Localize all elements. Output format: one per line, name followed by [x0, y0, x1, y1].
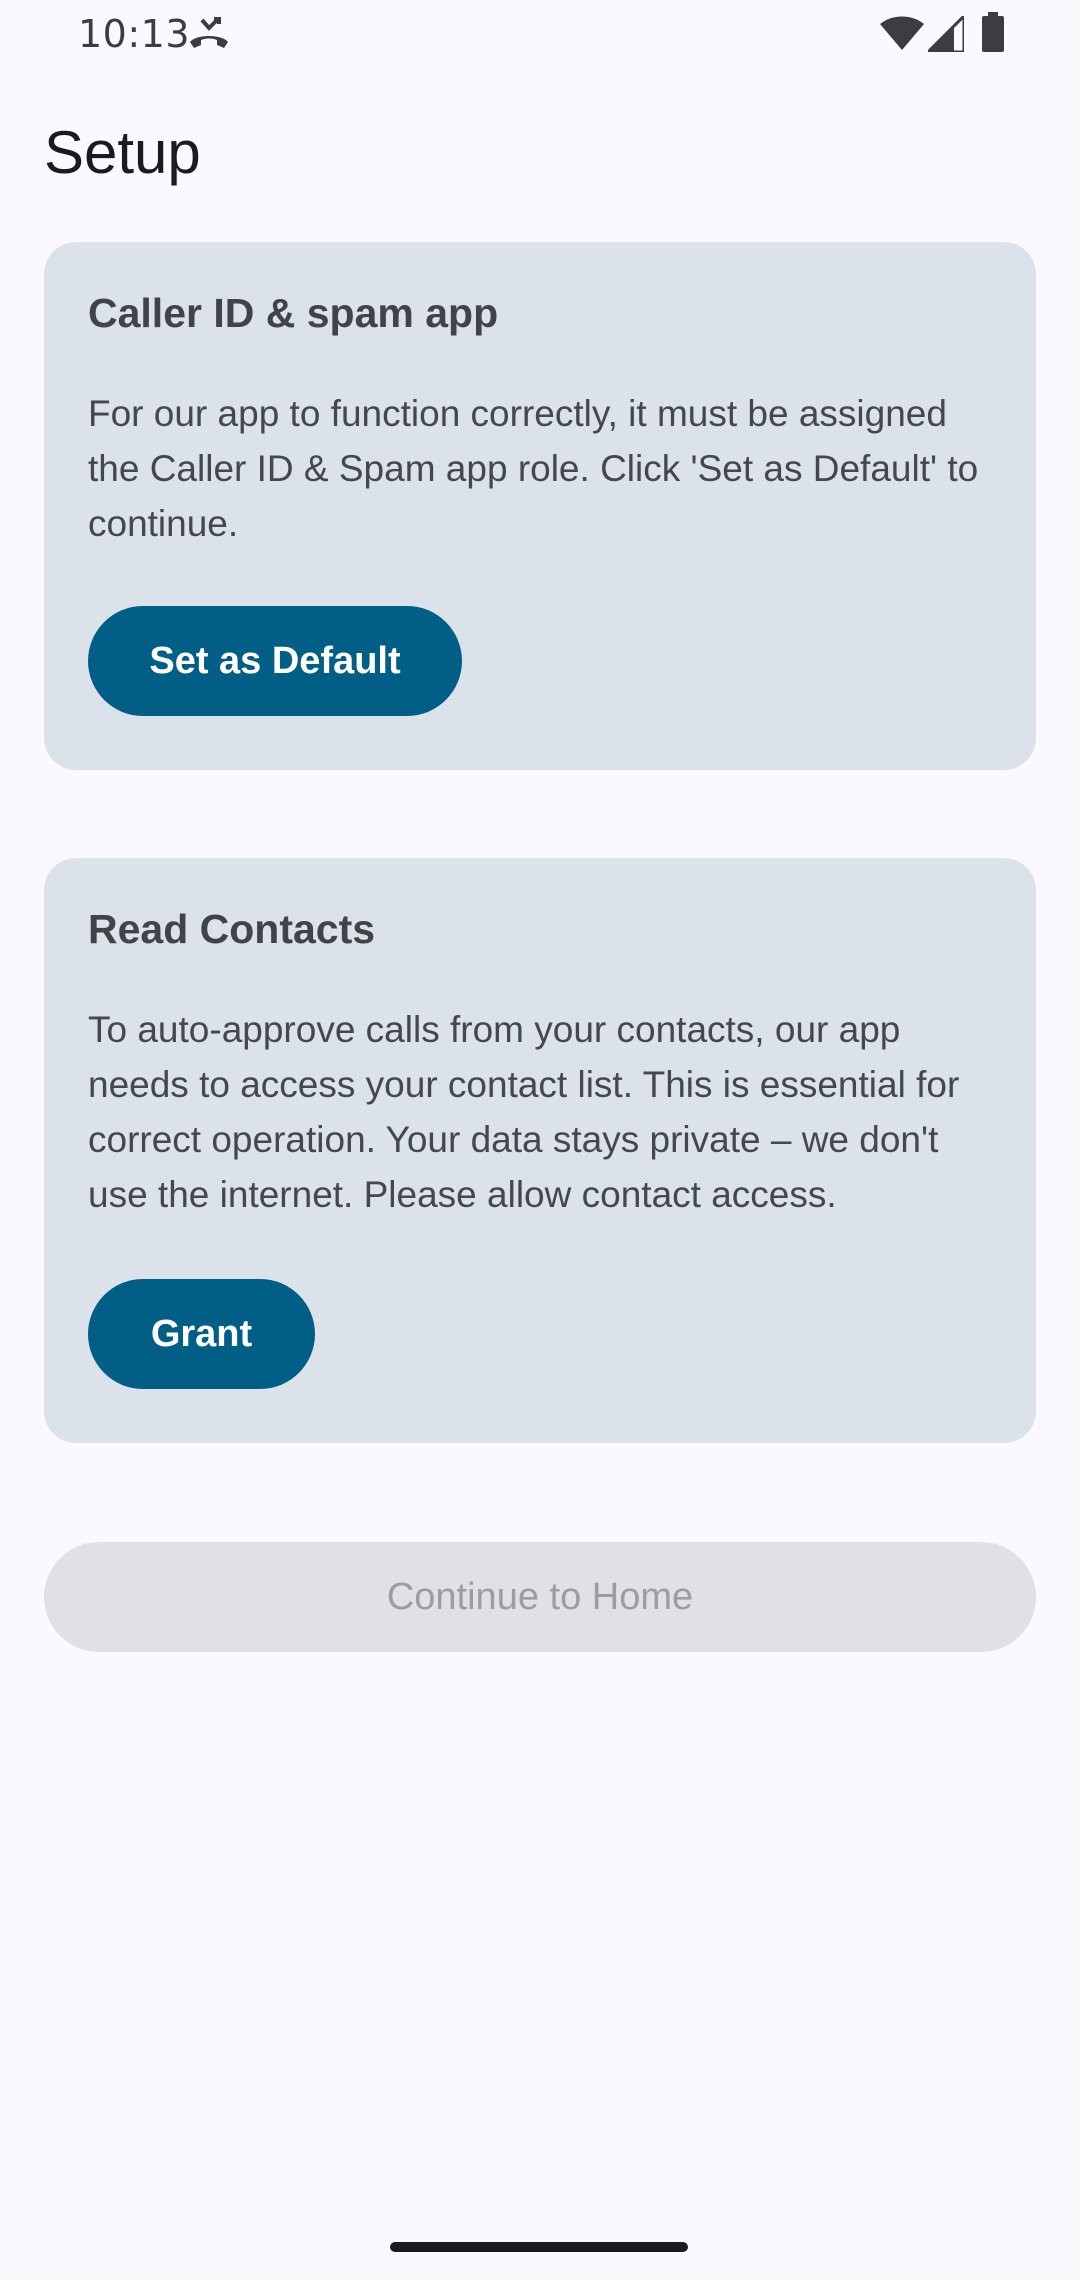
battery-icon [982, 12, 1004, 52]
card-title: Caller ID & spam app [88, 290, 499, 336]
grant-button[interactable]: Grant [88, 1279, 315, 1389]
read-contacts-card: Read Contacts To auto-approve calls from… [44, 858, 1036, 1443]
home-indicator[interactable] [390, 2242, 688, 2252]
continue-to-home-button[interactable]: Continue to Home [44, 1542, 1036, 1652]
set-as-default-button[interactable]: Set as Default [88, 606, 462, 716]
status-time: 10:13 [78, 12, 191, 56]
card-description: For our app to function correctly, it mu… [88, 393, 979, 544]
caller-id-role-card: Caller ID & spam app For our app to func… [44, 242, 1036, 770]
card-description: To auto-approve calls from your contacts… [88, 1009, 960, 1215]
card-title: Read Contacts [88, 906, 376, 952]
signal-icon [928, 16, 964, 52]
wifi-icon [880, 16, 924, 50]
status-bar: 10:13 [0, 0, 1080, 72]
missed-call-icon [190, 17, 228, 48]
page-title: Setup [44, 119, 201, 186]
